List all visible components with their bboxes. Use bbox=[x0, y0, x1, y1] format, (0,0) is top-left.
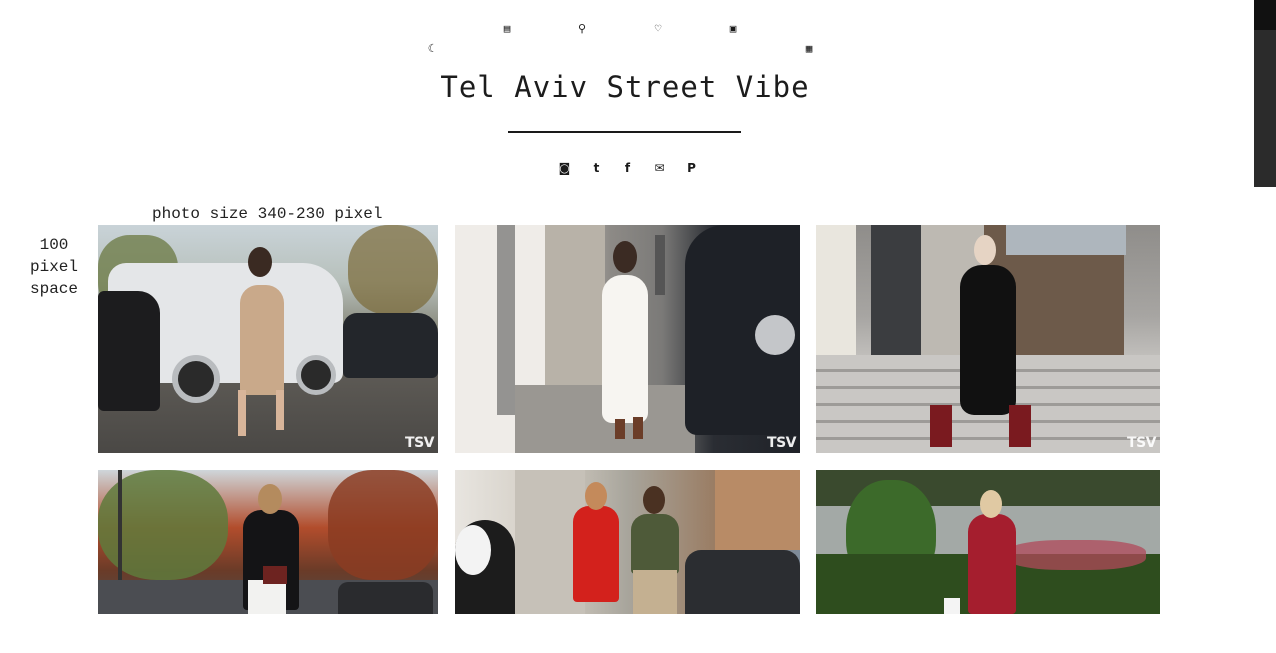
photo-street-5[interactable] bbox=[455, 470, 800, 614]
facebook-icon[interactable]: f bbox=[621, 161, 634, 174]
moon-icon[interactable]: ☾ bbox=[425, 42, 437, 54]
watermark: TSV bbox=[1127, 435, 1156, 451]
photo-street-3[interactable]: TSV bbox=[816, 225, 1160, 453]
mail-icon[interactable]: ✉ bbox=[653, 161, 666, 174]
photo-street-4[interactable] bbox=[98, 470, 438, 614]
page-title[interactable]: Tel Aviv Street Vibe bbox=[0, 70, 1250, 104]
spacing-note-line: 100 bbox=[39, 236, 69, 254]
instagram-icon[interactable]: ◙ bbox=[558, 161, 571, 174]
spacing-note-line: space bbox=[29, 280, 78, 298]
scrollbar-thumb[interactable] bbox=[1254, 0, 1276, 30]
title-divider bbox=[508, 131, 741, 133]
page: ▤ ⚲ ♡ ▣ ☾ ▦ Tel Aviv Street Vibe ◙ t f ✉… bbox=[0, 0, 1276, 653]
grid-icon[interactable]: ▦ bbox=[803, 42, 815, 54]
heart-icon[interactable]: ♡ bbox=[652, 22, 664, 34]
bookmark-icon[interactable]: ▣ bbox=[727, 22, 739, 34]
photo-street-1[interactable]: TSV bbox=[98, 225, 438, 453]
spacing-note-line: pixel bbox=[29, 258, 78, 276]
spacing-note: 100 pixel space bbox=[20, 234, 88, 300]
scrollbar[interactable] bbox=[1254, 0, 1276, 187]
watermark: TSV bbox=[767, 435, 796, 451]
comment-icon[interactable]: ▤ bbox=[501, 22, 513, 34]
photo-size-note: photo size 340-230 pixel bbox=[152, 205, 383, 223]
watermark: TSV bbox=[405, 435, 434, 451]
photo-street-2[interactable]: TSV bbox=[455, 225, 800, 453]
search-icon[interactable]: ⚲ bbox=[576, 22, 588, 34]
photo-street-6[interactable] bbox=[816, 470, 1160, 614]
tumblr-icon[interactable]: t bbox=[590, 161, 603, 174]
pinterest-icon[interactable]: P bbox=[685, 161, 698, 174]
